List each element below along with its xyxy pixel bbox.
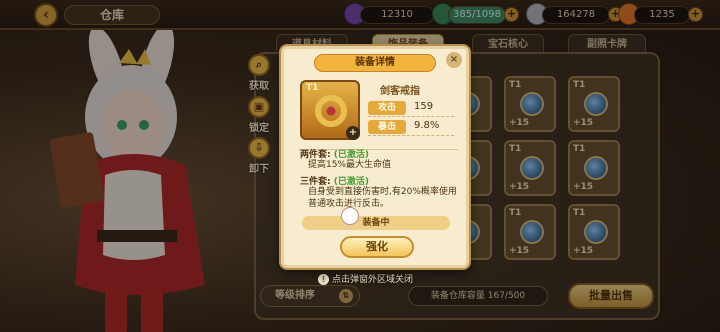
item-tier: T1 — [306, 83, 319, 93]
equipment-detail-dialog: 装备详情 × T1 + 剑客戒指 攻击 159 暴击 9.8% 两件套: (已激… — [281, 46, 469, 268]
item-icon-frame: T1 + — [300, 80, 360, 140]
close-hint-text: 点击弹窗外区域关闭 — [332, 275, 414, 285]
ring-icon — [315, 95, 347, 127]
owner-avatar — [341, 207, 359, 225]
info-icon: ! — [318, 274, 329, 285]
equipped-status: 装备中 — [302, 216, 450, 230]
stat-crit-label: 暴击 — [368, 120, 406, 134]
close-hint: ! 点击弹窗外区域关闭 — [318, 272, 413, 285]
stat-attack-value: 159 — [414, 101, 434, 112]
item-name: 剑客戒指 — [380, 86, 420, 97]
set2-description: 提高15%最大生命值 — [308, 160, 392, 170]
stat-divider — [368, 116, 454, 117]
dialog-title: 装备详情 — [314, 54, 436, 72]
stat-attack-label: 攻击 — [368, 101, 406, 115]
plus-icon[interactable]: + — [346, 126, 360, 140]
close-icon[interactable]: × — [446, 52, 462, 68]
stat-divider — [368, 135, 454, 136]
upgrade-button[interactable]: 强化 — [340, 236, 414, 258]
set3-description: 自身受到直接伤害时,有20%概率使用普通攻击进行反击。 — [308, 187, 457, 209]
stat-crit-value: 9.8% — [414, 120, 440, 131]
